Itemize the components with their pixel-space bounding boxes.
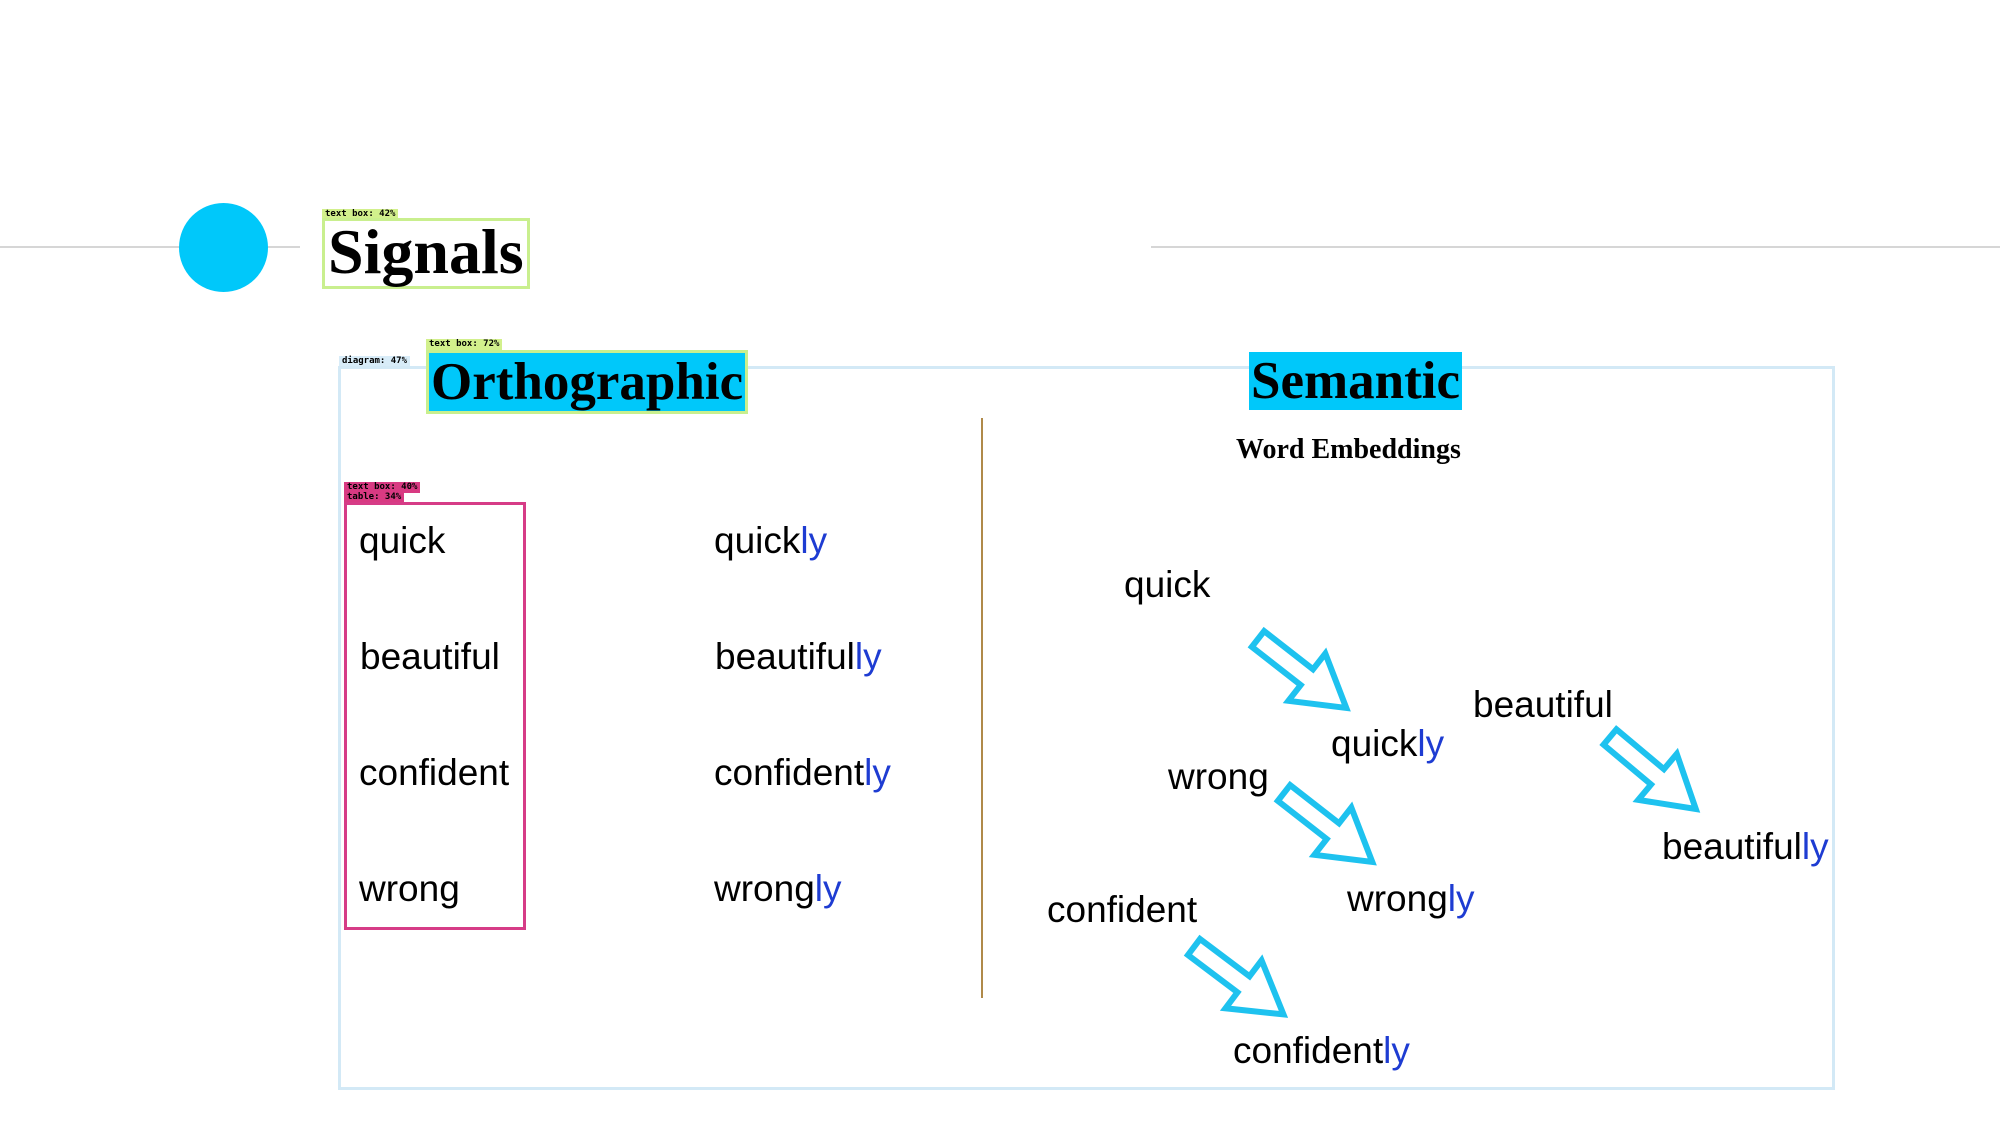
semantic-word-confident: confident — [1047, 889, 1198, 930]
section-divider — [981, 418, 983, 998]
derived-word-wrongly: wrongly — [714, 868, 842, 909]
semantic-word-confidently: confidently — [1233, 1030, 1410, 1071]
derived-word-quickly: quickly — [714, 520, 828, 561]
semantic-word-quickly: quickly — [1331, 723, 1445, 764]
base-word-beautiful: beautiful — [360, 636, 500, 677]
semantic-word-beautifully: beautifully — [1662, 826, 1829, 867]
accent-circle-icon — [179, 203, 268, 292]
base-word-quick: quick — [359, 520, 446, 561]
orthographic-heading: Orthographic — [426, 350, 749, 414]
ortho-detection-label: text box: 72% — [426, 339, 503, 350]
semantic-word-quick: quick — [1124, 564, 1211, 605]
semantic-word-beautiful: beautiful — [1473, 684, 1613, 725]
header-rule-right — [1151, 246, 2000, 248]
base-words-table — [344, 502, 526, 930]
semantic-word-wrong: wrong — [1168, 756, 1269, 797]
derived-word-beautifully: beautifully — [715, 636, 882, 677]
base-word-wrong: wrong — [359, 868, 460, 909]
derived-word-confidently: confidently — [714, 752, 891, 793]
semantic-word-wrongly: wrongly — [1347, 878, 1475, 919]
base-word-confident: confident — [359, 752, 510, 793]
diagram-box — [338, 366, 1835, 1090]
slide-title: Signals — [322, 218, 530, 289]
semantic-subtitle: Word Embeddings — [1236, 434, 1461, 465]
semantic-heading: Semantic — [1249, 352, 1463, 410]
